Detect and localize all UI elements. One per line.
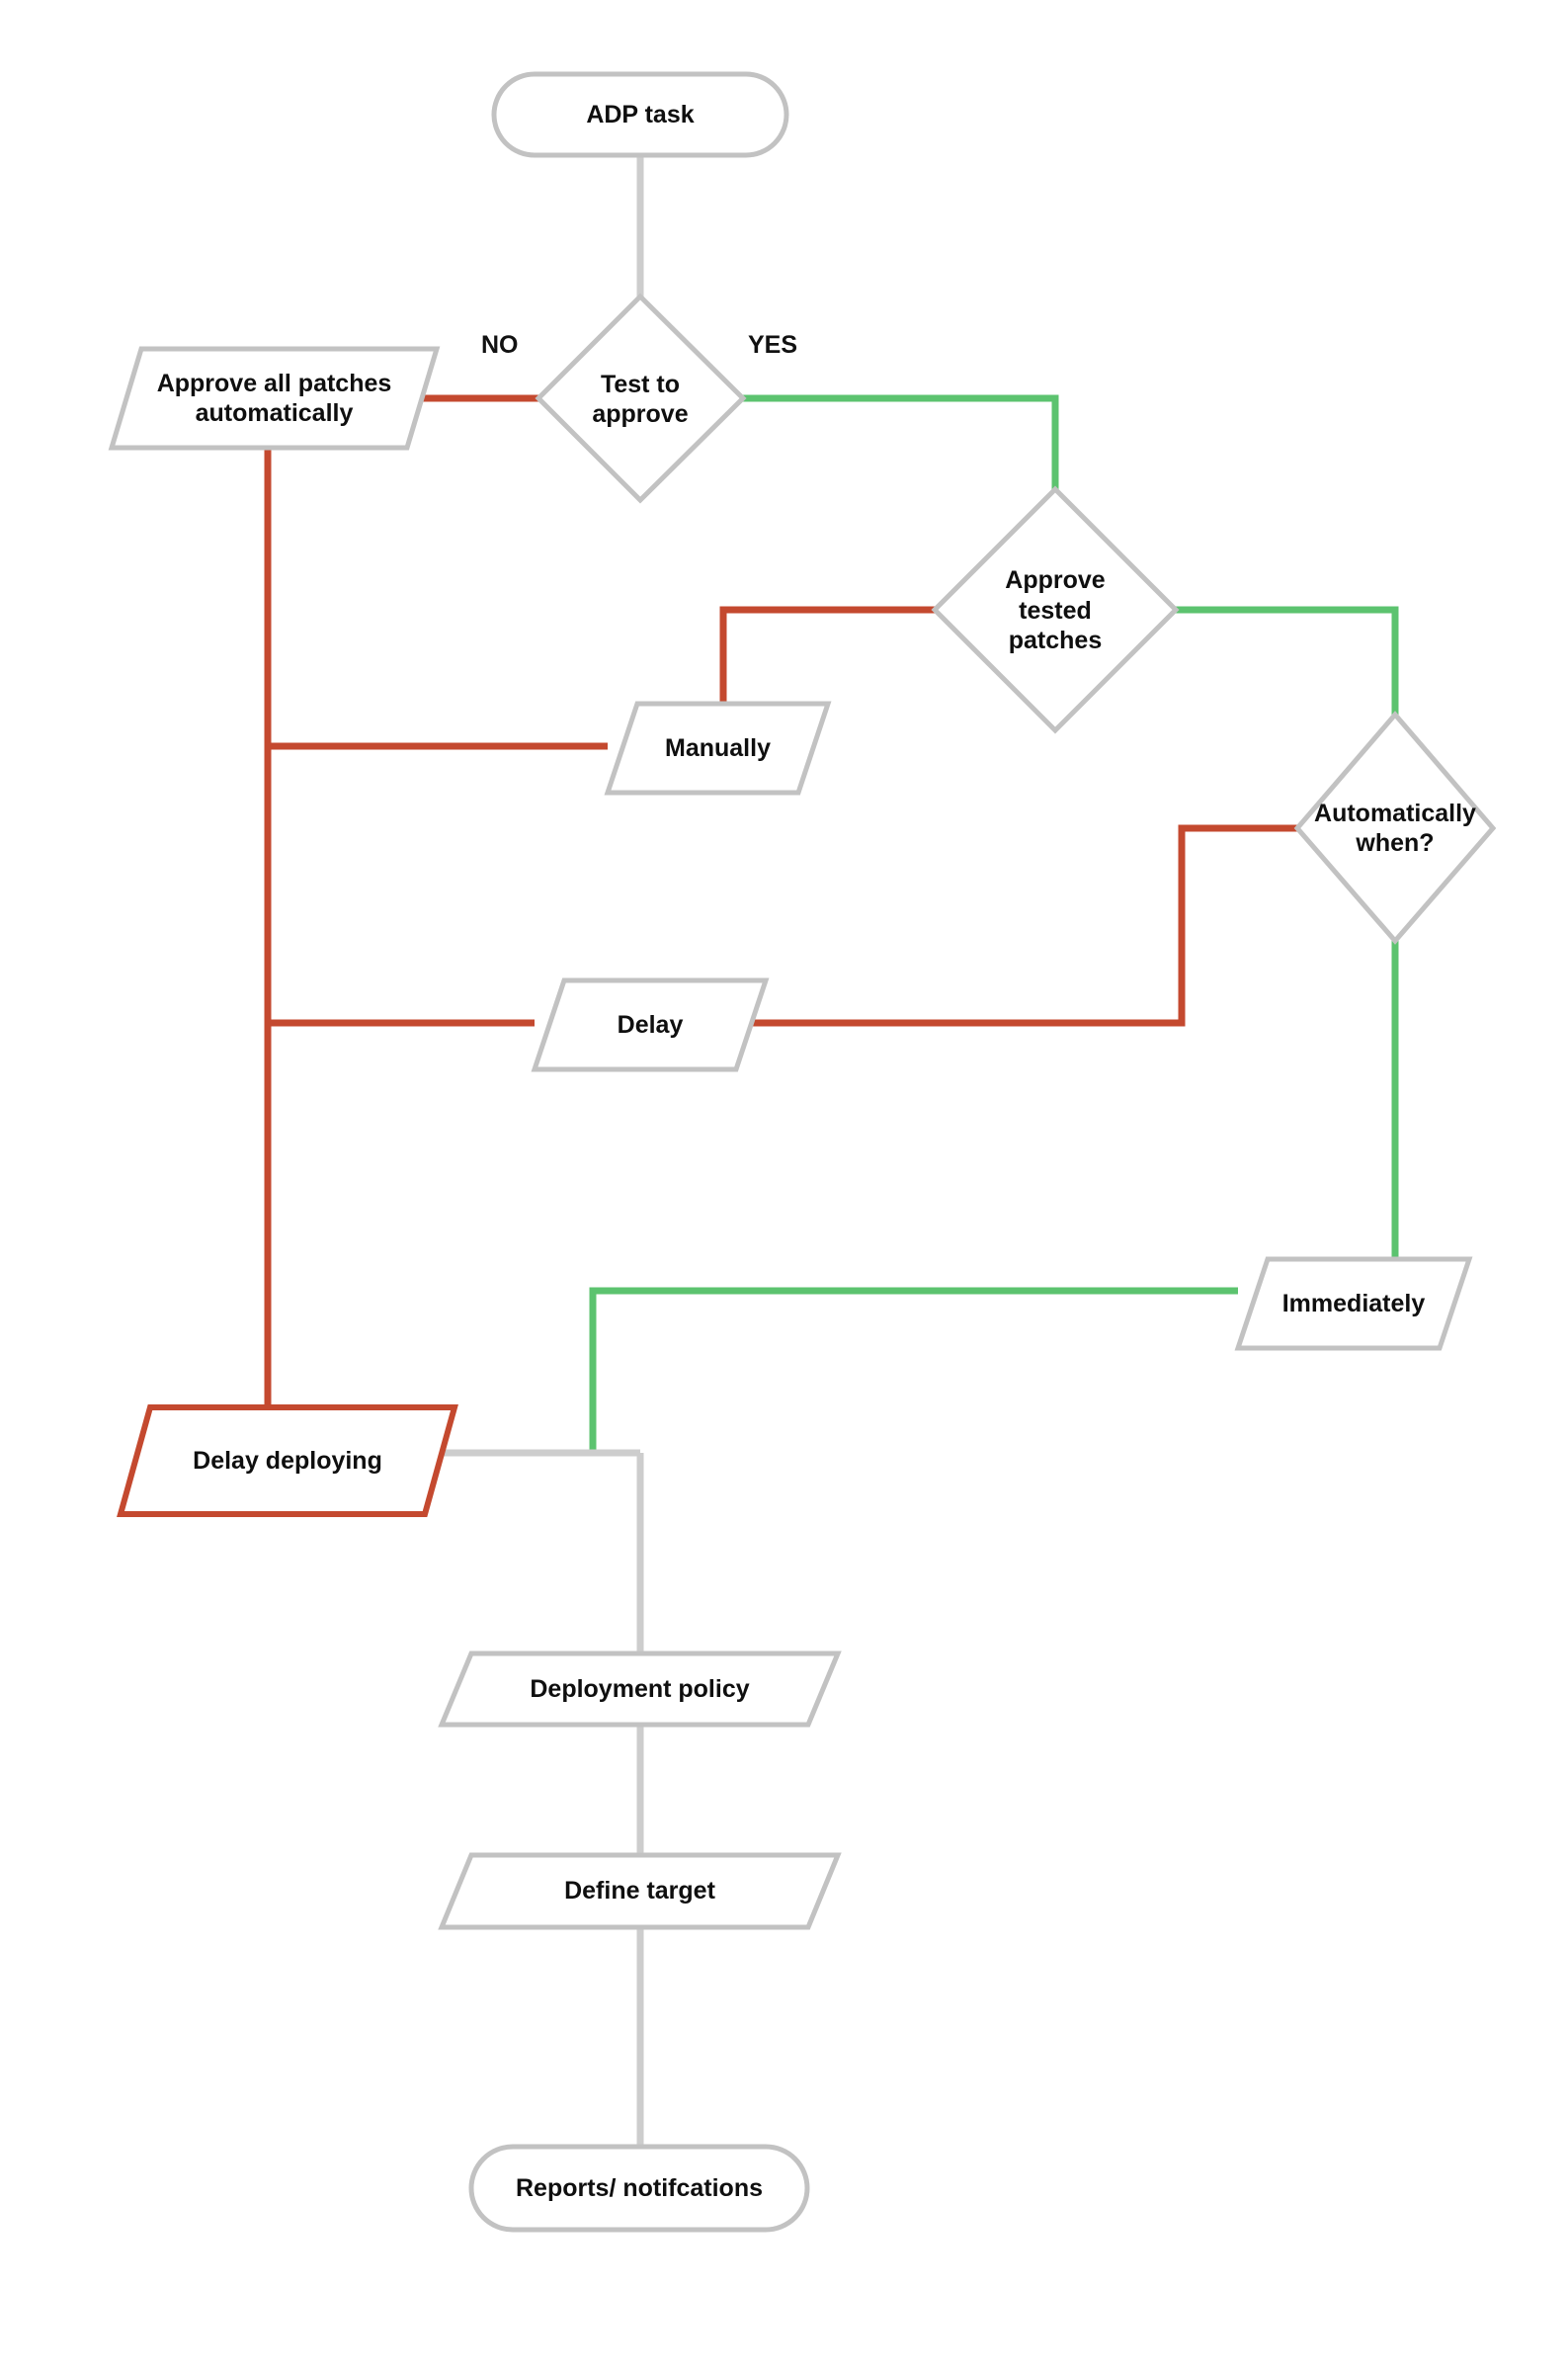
edge-label-yes: YES: [748, 331, 798, 359]
node-automatically-when-shape: [1293, 711, 1497, 945]
node-manually-shape: [604, 701, 832, 796]
node-approve-all-patches-shape: [108, 346, 441, 451]
flowchart-canvas: ADP task Test to approve Approve all pat…: [0, 0, 1568, 2372]
node-delay-deploying-shape: [117, 1404, 458, 1517]
node-test-to-approve-shape: [535, 293, 747, 504]
node-immediately-shape: [1234, 1256, 1473, 1351]
edge-immediately-to-spine: [589, 1287, 1238, 1453]
edge-approve-tested-yes-to-automatically: [1176, 606, 1399, 715]
node-approve-tested-patches-shape: [931, 485, 1180, 734]
node-reports-notifications-shape: [468, 2144, 810, 2233]
edge-test-yes-to-approve-tested: [743, 394, 1059, 524]
edge-automatically-to-delay: [736, 824, 1297, 1027]
edge-label-no: NO: [481, 331, 519, 359]
node-deployment-policy-shape: [438, 1651, 842, 1728]
edge-approve-tested-no-to-manually: [719, 606, 935, 704]
node-adp-task-shape: [491, 71, 789, 158]
node-define-target-shape: [438, 1852, 842, 1930]
node-delay-shape: [531, 977, 770, 1072]
edges-layer: [264, 155, 1399, 2147]
